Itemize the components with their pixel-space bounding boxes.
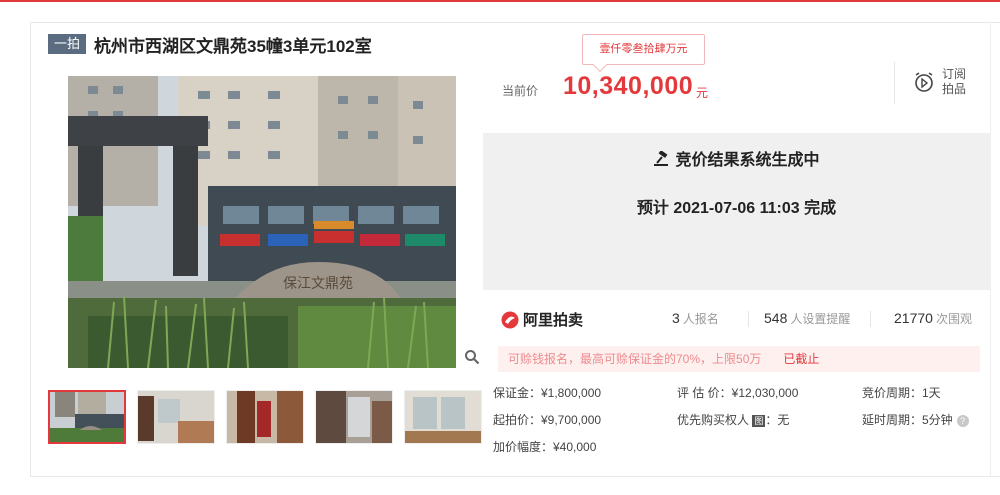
title-row: 一拍 杭州市西湖区文鼎苑35幢3单元102室 [48,33,372,56]
stat-registered: 3 人报名 [672,310,719,327]
alarm-clock-icon[interactable] [912,70,936,94]
assessed-price-info: 评 估 价：¥12,030,000 [677,386,799,400]
right-panel-edge [990,22,1000,477]
start-price-info: 起拍价：¥9,700,000 [493,413,602,427]
stat-registered-label: 人报名 [682,312,719,326]
result-title-row: 竞价结果系统生成中 [483,146,990,170]
thumbnail-hallway[interactable] [226,390,304,444]
auction-round-tag: 一拍 [48,34,87,54]
stat-reminders: 548 人设置提醒 [764,310,850,327]
thumbnail-living-room-image [405,391,481,443]
delay-cycle-info: 延时周期：5分钟? [862,411,969,428]
main-photo[interactable]: 保江文鼎苑 [68,76,456,368]
notice-status: 已截止 [783,352,820,366]
credit-deposit-notice: 可赊钱报名，最高可赊保证金的70%，上限50万 已截止 [498,346,980,372]
gavel-icon [654,150,669,166]
stat-views-value: 21770 [894,310,933,326]
stat-reminders-label: 人设置提醒 [790,312,851,326]
thumbnail-exterior[interactable] [48,390,126,444]
divider [870,311,871,327]
stone-inscription: 保江文鼎苑 [283,276,353,292]
top-accent-line [0,0,1000,2]
divider [894,62,895,104]
priority-buyer-label: 优先购买权人 [677,413,750,427]
result-time: 预计 2021-07-06 11:03 完成 [636,200,837,217]
page-title: 杭州市西湖区文鼎苑35幢3单元102室 [94,36,372,56]
thumbnail-strip [48,390,493,444]
current-price-value: 10,340,000 [563,72,694,100]
ali-logo-icon [501,311,519,328]
thumbnail-bathroom-image [316,391,392,443]
notice-text: 可赊钱报名，最高可赊保证金的70%，上限50万 [508,352,762,366]
thumbnail-bedroom-image [138,391,214,443]
stat-reminders-value: 548 [764,310,788,326]
current-price-label: 当前价 [502,84,539,98]
delay-cycle-text: 延时周期：5分钟 [862,413,953,427]
thumbnail-hallway-image [227,391,303,443]
thumbnail-bedroom[interactable] [137,390,215,444]
building-photo: 保江文鼎苑 [68,76,456,368]
priority-buyer-info: 优先购买权人 图：无 [677,411,789,428]
result-title: 竞价结果系统生成中 [675,152,820,169]
stat-views: 21770 次围观 [894,310,972,327]
stat-registered-value: 3 [672,310,680,326]
deposit-info: 保证金：¥1,800,000 [493,386,602,400]
price-unit: 元 [696,86,709,100]
zoom-icon[interactable] [464,349,480,365]
stat-views-label: 次围观 [935,312,972,326]
priority-buyer-badge[interactable]: 图 [752,414,766,427]
subscribe-line-2: 拍品 [942,82,967,96]
auction-cycle-info: 竞价周期：1天 [862,386,941,400]
ali-auction-logo: 阿里拍卖 [501,309,583,330]
divider [748,311,749,327]
help-icon[interactable]: ? [956,414,969,427]
priority-buyer-value: ：无 [765,413,790,427]
thumbnail-bathroom[interactable] [315,390,393,444]
thumbnail-exterior-image [50,392,124,442]
auction-result-panel: 竞价结果系统生成中 预计 2021-07-06 11:03 完成 [483,133,990,290]
subscribe-button[interactable]: 订阅 拍品 [942,67,972,97]
price-in-words-tooltip: 壹仟零叁拾肆万元 [582,34,705,65]
platform-name: 阿里拍卖 [523,312,584,329]
subscribe-line-1: 订阅 [942,67,967,81]
increment-info: 加价幅度：¥40,000 [493,440,597,454]
thumbnail-living-room[interactable] [404,390,482,444]
